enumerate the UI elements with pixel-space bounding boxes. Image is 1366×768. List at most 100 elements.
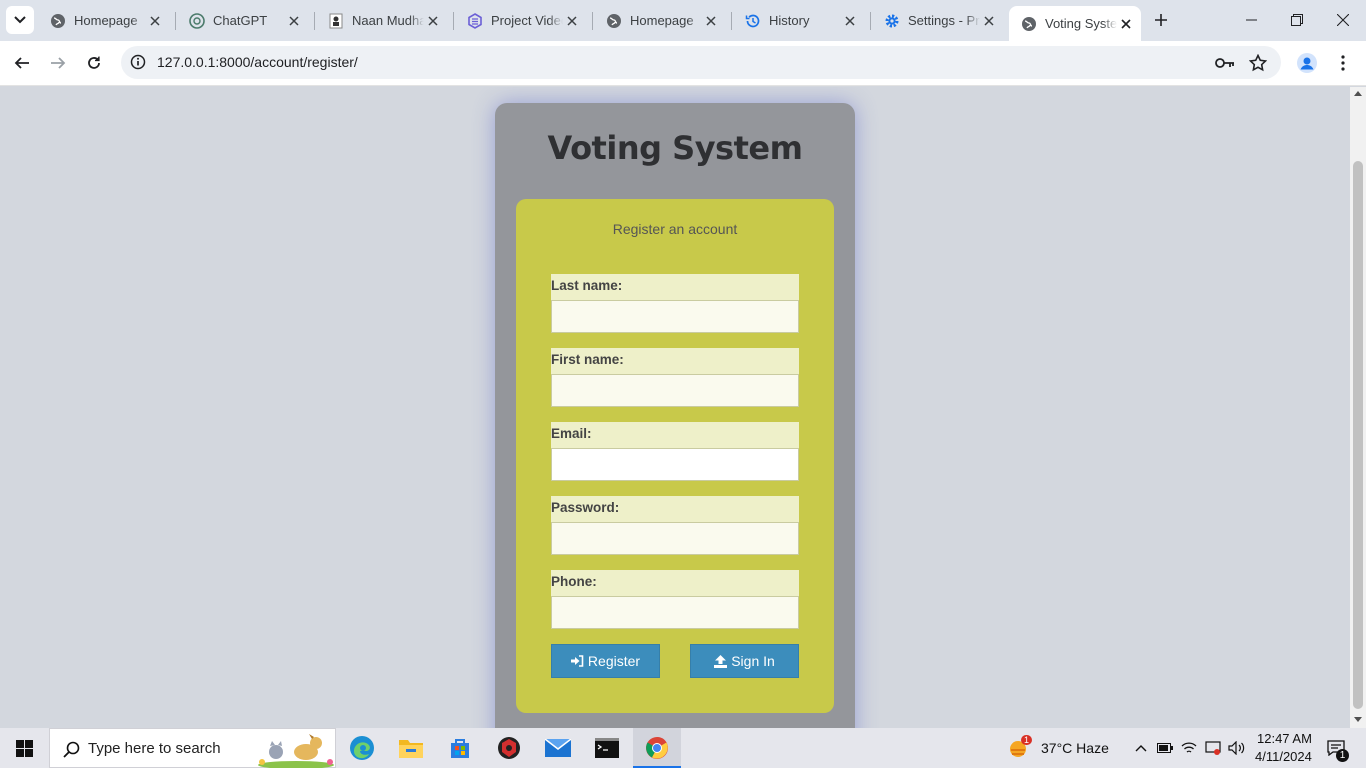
naan-mudhalvan-icon <box>328 13 344 29</box>
weather-widget-icon[interactable] <box>1002 728 1038 768</box>
start-button[interactable] <box>0 728 48 768</box>
new-tab-button[interactable] <box>1150 9 1172 31</box>
scroll-up-arrow-icon[interactable] <box>1354 91 1362 96</box>
tab-search-button[interactable] <box>6 6 34 34</box>
address-bar[interactable]: 127.0.0.1:8000/account/register/ <box>121 46 1281 79</box>
battery-icon <box>1157 743 1173 753</box>
page-scrollbar[interactable] <box>1350 87 1366 728</box>
folder-icon <box>399 740 423 758</box>
bookmark-star-icon[interactable] <box>1247 52 1269 74</box>
close-icon[interactable] <box>424 12 442 30</box>
clock-date[interactable]: 4/11/2024 <box>1255 749 1312 764</box>
reload-icon <box>88 56 100 69</box>
reload-button[interactable] <box>80 49 108 77</box>
tab-separator <box>731 12 732 30</box>
gear-icon <box>884 13 900 29</box>
password-group: Password: <box>551 496 799 555</box>
minimize-button[interactable] <box>1228 0 1274 40</box>
edge-icon <box>350 736 374 760</box>
password-key-icon[interactable] <box>1214 52 1236 74</box>
device-indicator[interactable] <box>1202 728 1224 768</box>
tab-project-video[interactable]: Project Video <box>455 6 587 35</box>
profile-avatar-icon <box>1297 53 1317 73</box>
sign-in-icon <box>570 655 584 667</box>
tab-chatgpt[interactable]: ChatGPT <box>177 6 309 35</box>
plus-icon <box>1155 14 1167 26</box>
sign-in-button[interactable]: Sign In <box>690 644 799 678</box>
close-icon[interactable] <box>980 12 998 30</box>
scroll-thumb[interactable] <box>1353 161 1363 709</box>
close-icon[interactable] <box>146 12 164 30</box>
last-name-field[interactable] <box>551 300 799 333</box>
register-panel: Register an account Last name: First nam… <box>516 199 834 713</box>
first-name-field[interactable] <box>551 374 799 407</box>
scroll-down-arrow-icon[interactable] <box>1354 717 1362 722</box>
clock-time[interactable]: 12:47 AM <box>1257 731 1312 746</box>
history-icon <box>745 13 761 29</box>
globe-icon <box>606 13 622 29</box>
tab-separator <box>314 12 315 30</box>
forward-button[interactable] <box>44 49 72 77</box>
tab-settings[interactable]: Settings - Privacy <box>872 6 1004 35</box>
arrow-right-icon <box>51 57 66 69</box>
taskbar-file-explorer[interactable] <box>387 728 435 768</box>
weather-text[interactable]: 37°C Haze <box>1041 740 1109 756</box>
chatgpt-icon <box>189 12 205 29</box>
close-icon[interactable] <box>702 12 720 30</box>
chevron-up-icon <box>1135 745 1147 752</box>
url-text[interactable]: 127.0.0.1:8000/account/register/ <box>157 54 358 70</box>
first-name-group: First name: <box>551 348 799 407</box>
windows-icon <box>15 739 33 757</box>
tab-history[interactable]: History <box>733 6 865 35</box>
browser-toolbar: 127.0.0.1:8000/account/register/ <box>0 41 1366 86</box>
taskbar-edge[interactable] <box>338 728 386 768</box>
register-button[interactable]: Register <box>551 644 660 678</box>
volume-indicator[interactable] <box>1226 728 1248 768</box>
close-window-button[interactable] <box>1320 0 1366 40</box>
terminal-icon <box>595 738 619 758</box>
site-info-icon[interactable] <box>128 52 148 72</box>
back-button[interactable] <box>8 49 36 77</box>
password-field[interactable] <box>551 522 799 555</box>
taskbar-mail[interactable] <box>534 728 582 768</box>
register-label: Register <box>587 653 641 669</box>
phone-field[interactable] <box>551 596 799 629</box>
more-vertical-icon <box>1341 55 1345 71</box>
close-icon[interactable] <box>285 12 303 30</box>
arrow-left-icon <box>14 57 29 69</box>
restore-button[interactable] <box>1274 0 1320 40</box>
tab-title: Settings - Privacy <box>908 13 980 28</box>
tab-separator <box>453 12 454 30</box>
tab-homepage-2[interactable]: Homepage <box>594 6 726 35</box>
profile-button[interactable] <box>1293 49 1321 77</box>
store-icon <box>451 739 469 758</box>
taskbar-app-red[interactable] <box>485 728 533 768</box>
volume-icon <box>1228 741 1245 755</box>
tab-separator <box>175 12 176 30</box>
search-highlight-illustration-icon <box>258 734 334 768</box>
taskbar-chrome[interactable] <box>633 728 681 768</box>
register-subtitle: Register an account <box>612 221 738 237</box>
mail-icon <box>545 739 571 757</box>
weather-badge: 1 <box>1021 735 1033 745</box>
email-label: Email: <box>551 422 799 448</box>
menu-button[interactable] <box>1329 49 1357 77</box>
tab-voting-system[interactable]: Voting System <box>1009 6 1141 41</box>
tab-separator <box>592 12 593 30</box>
tab-title: Naan Mudhalvan <box>352 13 424 28</box>
battery-indicator[interactable] <box>1154 728 1176 768</box>
network-indicator[interactable] <box>1178 728 1200 768</box>
notification-center[interactable] <box>1318 728 1354 768</box>
tab-naan-mudhalvan[interactable]: Naan Mudhalvan <box>316 6 448 35</box>
tab-homepage-1[interactable]: Homepage <box>38 6 170 35</box>
taskbar-terminal[interactable] <box>583 728 631 768</box>
email-field[interactable] <box>551 448 799 481</box>
taskbar-store[interactable] <box>436 728 484 768</box>
last-name-label: Last name: <box>551 274 799 300</box>
close-icon[interactable] <box>1117 15 1135 33</box>
show-hidden-icons[interactable] <box>1130 728 1152 768</box>
close-icon[interactable] <box>841 12 859 30</box>
close-icon[interactable] <box>563 12 581 30</box>
taskbar-search[interactable]: Type here to search <box>49 728 336 768</box>
phone-group: Phone: <box>551 570 799 629</box>
